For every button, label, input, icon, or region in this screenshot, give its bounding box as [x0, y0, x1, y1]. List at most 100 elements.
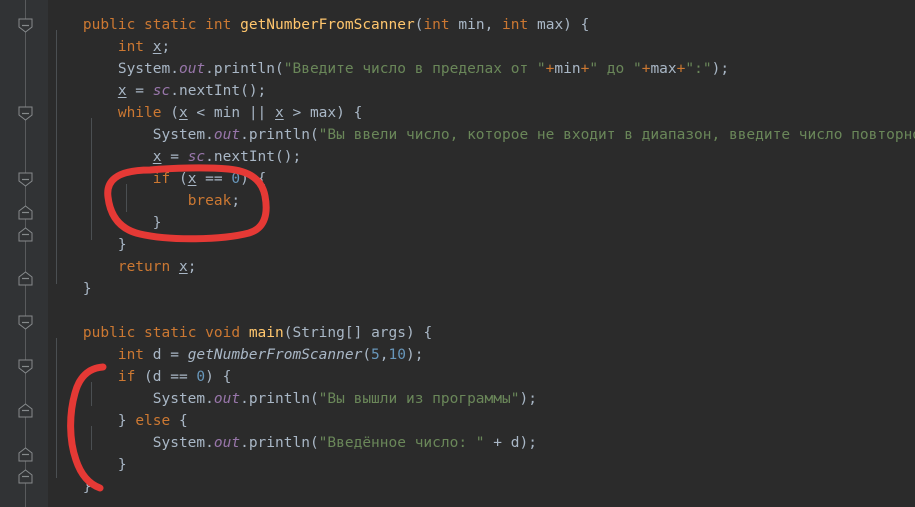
code-token: ||: [248, 105, 267, 121]
fold-marker-up[interactable]: [18, 447, 33, 462]
code-token: {: [170, 413, 188, 429]
code-token: System: [152, 391, 206, 407]
code-token: 0: [196, 369, 206, 385]
code-line[interactable]: }: [48, 476, 92, 498]
code-token: d =: [144, 347, 188, 363]
code-token: (: [170, 171, 188, 187]
code-token: ;: [231, 193, 241, 209]
code-token: println: [248, 391, 310, 407]
code-token: int: [205, 17, 232, 33]
code-token: .: [205, 391, 214, 407]
code-content[interactable]: public static int getNumberFromScanner(i…: [48, 0, 915, 507]
code-token: nextInt: [178, 83, 241, 99]
code-line[interactable]: while (x < min || x > max) {: [48, 102, 362, 124]
code-line[interactable]: break;: [48, 190, 240, 212]
code-token: sc: [187, 149, 206, 165]
code-token: public: [82, 325, 136, 341]
code-token: "Вы вышли из программы": [318, 391, 520, 407]
code-token: .: [205, 127, 214, 143]
code-token: sc: [152, 83, 171, 99]
code-line[interactable]: }: [48, 212, 162, 234]
code-line[interactable]: System.out.println("Вы ввели число, кото…: [48, 124, 915, 146]
code-token: .: [170, 83, 179, 99]
code-token: .: [240, 127, 249, 143]
code-token: ();: [240, 83, 267, 99]
code-line[interactable]: int x;: [48, 36, 170, 58]
code-line[interactable]: if (x == 0) {: [48, 168, 267, 190]
fold-marker-up[interactable]: [18, 205, 33, 220]
fold-marker-up[interactable]: [18, 227, 33, 242]
code-token: (: [161, 105, 179, 121]
code-token: min: [554, 61, 581, 77]
fold-marker-down[interactable]: [18, 18, 33, 33]
code-token: (: [309, 127, 319, 143]
code-token: println: [248, 435, 310, 451]
code-token: }: [48, 281, 92, 297]
code-token: .: [240, 435, 249, 451]
fold-marker-up[interactable]: [18, 403, 33, 418]
code-line[interactable]: }: [48, 234, 127, 256]
code-token: x: [275, 105, 284, 121]
code-line[interactable]: if (d == 0) {: [48, 366, 232, 388]
code-token: System: [152, 435, 206, 451]
code-token: =: [126, 83, 153, 99]
code-token: println: [213, 61, 276, 77]
code-token: ) {: [240, 171, 267, 187]
fold-marker-up[interactable]: [18, 469, 33, 484]
fold-marker-down[interactable]: [18, 315, 33, 330]
code-token: .: [205, 61, 214, 77]
code-line[interactable]: System.out.println("Вы вышли из программ…: [48, 388, 537, 410]
code-line[interactable]: public static void main(String[] args) {: [48, 322, 432, 344]
code-token: ==: [196, 171, 232, 187]
code-line[interactable]: System.out.println("Введите число в пред…: [48, 58, 729, 80]
code-line[interactable]: System.out.println("Введённое число: " +…: [48, 432, 537, 454]
code-token: String: [292, 325, 345, 341]
code-line[interactable]: public static int getNumberFromScanner(i…: [48, 14, 589, 36]
code-token: int: [423, 17, 450, 33]
code-token: );: [711, 61, 730, 77]
code-line[interactable]: x = sc.nextInt();: [48, 146, 301, 168]
code-line[interactable]: x = sc.nextInt();: [48, 80, 266, 102]
gutter-vertical-line: [25, 0, 26, 507]
code-token: min: [449, 17, 485, 33]
code-token: [] args) {: [344, 325, 433, 341]
code-token: x: [117, 83, 127, 99]
code-token: 5: [371, 347, 380, 363]
code-token: max: [650, 61, 677, 77]
code-token: .: [170, 61, 179, 77]
code-line[interactable]: int d = getNumberFromScanner(5,10);: [48, 344, 424, 366]
fold-marker-down[interactable]: [18, 106, 33, 121]
code-line[interactable]: }: [48, 278, 92, 300]
code-line[interactable]: }: [48, 454, 127, 476]
code-token: }: [48, 479, 92, 495]
code-token: x: [178, 259, 188, 275]
fold-marker-down[interactable]: [18, 172, 33, 187]
fold-marker-down[interactable]: [18, 359, 33, 374]
code-token: (: [362, 347, 372, 363]
code-token: ;: [161, 39, 171, 55]
code-token: int: [117, 347, 145, 363]
code-token: ) {: [563, 17, 590, 33]
code-editor[interactable]: public static int getNumberFromScanner(i…: [0, 0, 915, 507]
code-line[interactable]: return x;: [48, 256, 197, 278]
code-token: (: [309, 435, 319, 451]
code-token: 0: [231, 171, 241, 187]
code-token: int: [502, 17, 529, 33]
code-line[interactable]: } else {: [48, 410, 188, 432]
code-token: break: [187, 193, 232, 209]
fold-marker-up[interactable]: [18, 271, 33, 286]
editor-gutter[interactable]: [0, 0, 48, 507]
code-token: }: [48, 215, 162, 231]
